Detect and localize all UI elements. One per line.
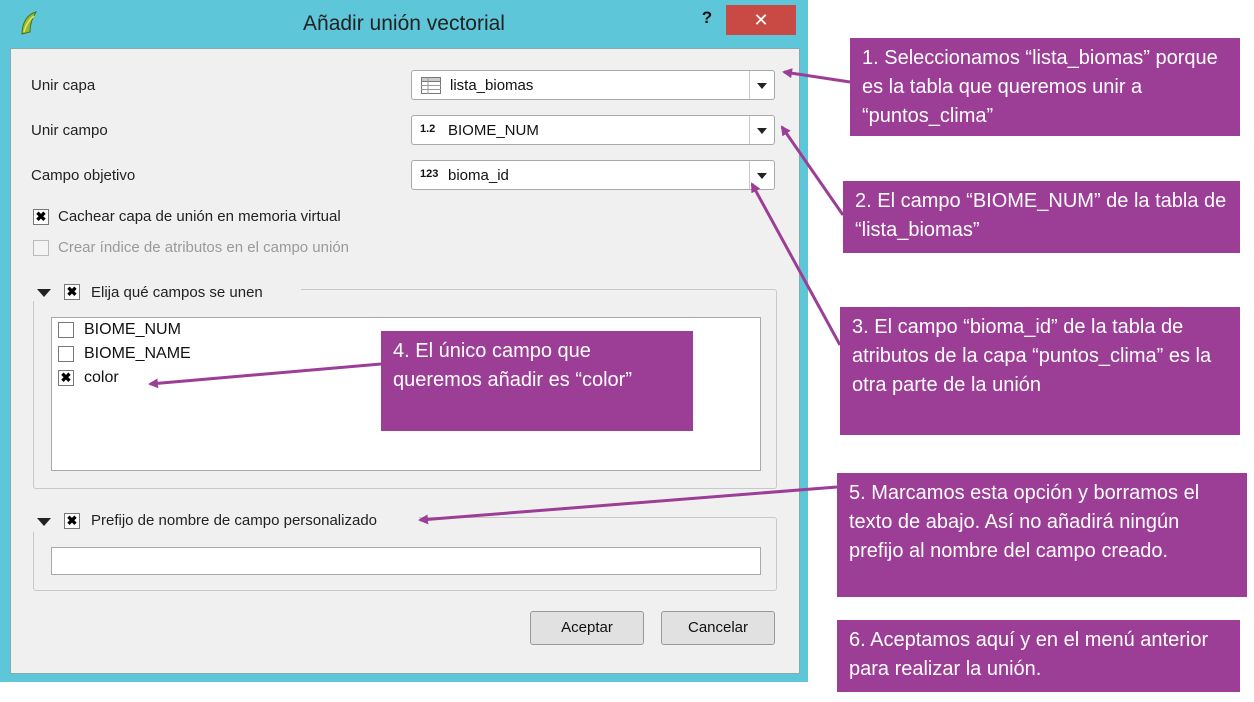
arrow-4 (148, 362, 382, 389)
arrow-1 (782, 68, 851, 84)
arrow-5 (418, 485, 838, 525)
arrow-3 (750, 182, 842, 346)
annotation-arrows (148, 68, 851, 525)
arrow-2 (780, 125, 845, 216)
